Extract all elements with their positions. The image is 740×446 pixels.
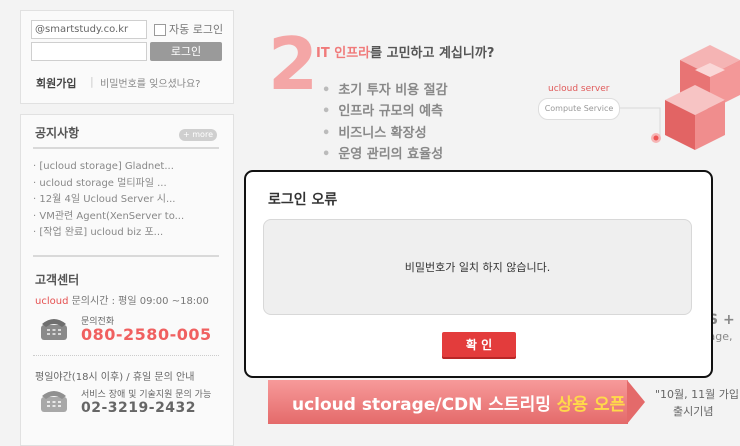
dialog-message: 비밀번호가 일치 하지 않습니다. (404, 261, 551, 274)
email-input[interactable] (31, 20, 147, 39)
promo-strip-highlight: 상용 오픈 (556, 395, 626, 415)
notice-list: · [ucloud storage] Gladnet... · ucloud s… (33, 159, 223, 242)
banner-bullet-list: 초기 투자 비용 절감 인프라 규모의 예측 비즈니스 확장성 운영 관리의 효… (322, 80, 448, 165)
event-teaser: "10월, 11월 가입 출시기념 (655, 386, 739, 420)
banner-bullet: 운영 관리의 효율성 (322, 144, 448, 165)
event-teaser-line1: "10월, 11월 가입 (655, 388, 740, 401)
link-separator: | (90, 75, 94, 88)
login-error-dialog: 로그인 오류 비밀번호가 일치 하지 않습니다. 확 인 (244, 170, 713, 378)
event-teaser-line2: 출시기념 (673, 405, 714, 418)
ucloud-server-label: ucloud server (548, 84, 610, 94)
phone-icon (41, 391, 67, 412)
cs-divider (33, 255, 219, 257)
dialog-message-box: 비밀번호가 일치 하지 않습니다. (263, 219, 692, 315)
promo-strip-text: ucloud storage/CDN 스트리밍 상용 오픈 (292, 390, 625, 415)
banner-bullet: 초기 투자 비용 절감 (322, 80, 447, 101)
night-support-label: 서비스 장애 및 기술지원 문의 가능 (81, 390, 212, 400)
banner-heading: IT 인프라를 고민하고 계십니까? (316, 42, 494, 61)
notice-item[interactable]: · ucloud storage 멀티파일 ... (33, 176, 223, 193)
banner-number: 2 (268, 22, 319, 106)
server-cube-graphic (665, 45, 740, 150)
notice-item[interactable]: · 12월 4일 Ucloud Server 시... (33, 192, 223, 209)
notice-more-button[interactable]: + more (179, 129, 217, 141)
confirm-button[interactable]: 확 인 (442, 332, 516, 359)
find-password-link[interactable]: 비밀번호를 잊으셨나요? (100, 75, 201, 90)
notice-title: 공지사항 (35, 126, 80, 140)
night-support-title: 평일야간(18시 이후) / 휴일 문의 안내 (35, 372, 195, 383)
banner-heading-accent: IT 인프라 (316, 46, 371, 61)
customer-center-hours: ucloud 문의시간 : 평일 09:00 ~18:00 (35, 292, 209, 307)
customer-center-title: 고객센터 (35, 273, 80, 287)
promo-strip-prefix: ucloud storage/CDN 스트리밍 (292, 395, 557, 415)
auto-login-label: 자동 로그인 (169, 23, 224, 36)
login-button[interactable]: 로그인 (150, 42, 222, 61)
night-phone-number: 02-3219-2432 (81, 400, 197, 416)
password-input[interactable] (31, 42, 147, 61)
login-panel: 자동 로그인 로그인 회원가입 | 비밀번호를 잊으셨나요? (20, 10, 234, 104)
banner-bullet: 비즈니스 확장성 (322, 123, 448, 144)
ucloud-brand: ucloud (35, 296, 69, 307)
phone-number: 080-2580-005 (81, 325, 212, 344)
notice-item[interactable]: · [작업 완료] ucloud biz 포... (33, 225, 223, 242)
banner-heading-rest: 를 고민하고 계십니까? (370, 46, 495, 61)
dialog-title: 로그인 오류 (268, 192, 338, 208)
notice-item[interactable]: · [ucloud storage] Gladnet... (33, 159, 223, 176)
notice-divider (33, 147, 219, 149)
notice-panel: 공지사항 + more · [ucloud storage] Gladnet..… (20, 114, 234, 446)
phone-icon (41, 319, 67, 340)
compute-service-pill: Compute Service (538, 98, 620, 120)
cs-dotted-divider (33, 355, 219, 356)
auto-login-checkbox[interactable] (154, 24, 166, 36)
notice-item[interactable]: · VM관련 Agent(XenServer to... (33, 209, 223, 226)
signup-link[interactable]: 회원가입 (36, 75, 76, 91)
promo-strip-arrow (627, 380, 645, 424)
banner-bullet: 인프라 규모의 예측 (322, 101, 448, 122)
hours-text: 문의시간 : 평일 09:00 ~18:00 (68, 296, 209, 307)
